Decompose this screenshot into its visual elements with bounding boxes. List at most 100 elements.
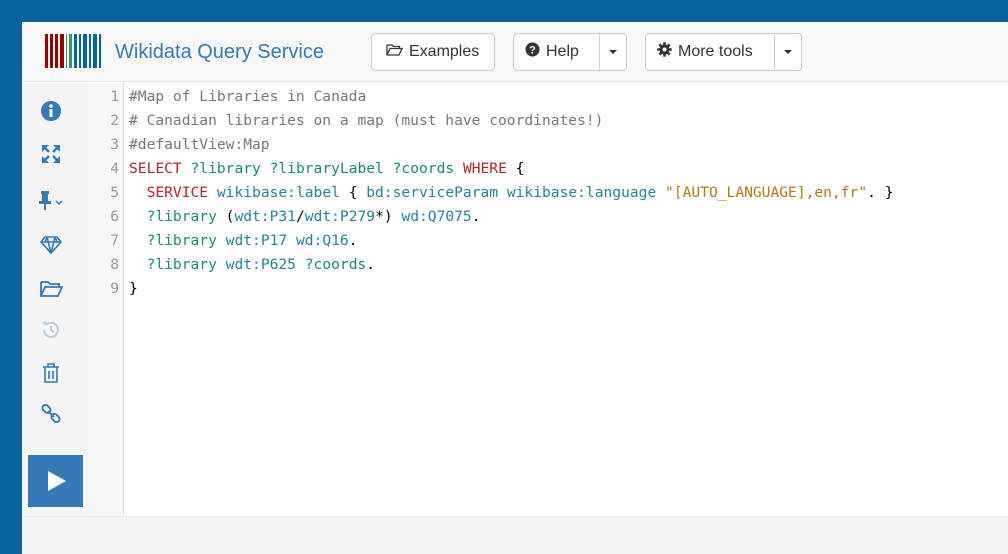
line-number: 3 [110, 136, 119, 153]
code-token: #Map of Libraries in Canada [129, 88, 367, 105]
code-token: ?libraryLabel [269, 160, 384, 177]
line-number: 8 [110, 256, 119, 273]
line-number: 7 [110, 232, 119, 249]
pin-icon[interactable] [34, 187, 68, 213]
caret-down-icon [609, 50, 618, 54]
trash-icon[interactable] [38, 360, 64, 386]
folder-open-icon[interactable] [38, 276, 64, 302]
help-button[interactable]: ? Help [514, 34, 599, 70]
code-token: ?library [146, 256, 217, 273]
help-dropdown-toggle[interactable] [599, 34, 626, 70]
code-token: ?library [190, 160, 261, 177]
query-editor[interactable]: #Map of Libraries in Canada # Canadian li… [129, 83, 1008, 516]
link-icon[interactable] [38, 401, 64, 427]
code-token: # Canadian libraries on a map (must have… [129, 112, 604, 129]
code-token: "[AUTO_LANGUAGE],en,fr" [665, 184, 868, 201]
history-icon[interactable] [38, 317, 64, 343]
code-line: SELECT ?library ?libraryLabel ?coords WH… [129, 157, 524, 181]
line-number: 2 [110, 112, 119, 129]
code-line: ?library wdt:P625 ?coords. [129, 253, 376, 277]
more-tools-button-group: More tools [645, 33, 802, 71]
code-token: wd:Q16 [295, 232, 349, 249]
more-tools-button[interactable]: More tools [646, 34, 774, 70]
code-token: / [295, 208, 305, 225]
run-query-button[interactable] [28, 455, 83, 507]
line-number: 6 [110, 208, 119, 225]
examples-button[interactable]: Examples [371, 33, 495, 71]
editor-sidebar [22, 83, 89, 516]
code-line: #Map of Libraries in Canada [129, 85, 366, 109]
query-service-window: Wikidata Query Service Examples ? Help M… [22, 22, 1008, 554]
examples-label: Examples [409, 43, 480, 60]
info-icon[interactable] [38, 98, 64, 124]
navbar: Wikidata Query Service Examples ? Help M… [22, 22, 1008, 82]
wikidata-logo[interactable] [45, 34, 102, 68]
code-token: wdt:P279 [304, 208, 376, 225]
code-line: SERVICE wikibase:label { bd:serviceParam… [129, 181, 894, 205]
code-token: wdt:P31 [234, 208, 296, 225]
fullscreen-icon[interactable] [38, 141, 64, 167]
code-line: ?library (wdt:P31/wdt:P279*) wd:Q7075. [129, 205, 481, 229]
code-token: ?library [146, 208, 217, 225]
code-token: ?coords [304, 256, 367, 273]
code-token: wdt:P625 [225, 256, 296, 273]
code-token: } [129, 280, 138, 297]
play-icon [47, 471, 66, 491]
code-line: # Canadian libraries on a map (must have… [129, 109, 603, 133]
code-token: ?library [146, 232, 217, 249]
code-token: wikibase:language [506, 184, 657, 201]
code-token: SELECT [129, 160, 182, 177]
code-token: . } [867, 184, 894, 201]
results-area [22, 516, 1008, 554]
code-token: . [348, 232, 358, 249]
code-token: ( [216, 208, 235, 225]
code-line: } [129, 277, 138, 301]
gear-icon [657, 42, 672, 62]
code-token: wd:Q7075 [401, 208, 472, 225]
code-token: SERVICE [146, 184, 209, 201]
line-number: 9 [110, 280, 119, 297]
line-number-gutter: 1 2 3 4 5 6 7 8 9 [89, 83, 124, 516]
app-title-link[interactable]: Wikidata Query Service [115, 41, 324, 64]
code-token: wikibase:label [216, 184, 340, 201]
line-number: 1 [110, 88, 119, 105]
folder-open-icon [386, 43, 404, 62]
code-line: #defaultView:Map [129, 133, 270, 157]
code-line: ?library wdt:P17 wd:Q16. [129, 229, 358, 253]
code-token: ?coords [392, 160, 455, 177]
code-token: . [366, 256, 376, 273]
line-number: 4 [110, 160, 119, 177]
code-token: { [339, 184, 367, 201]
code-token: bd:serviceParam [366, 184, 499, 201]
more-tools-label: More tools [678, 43, 753, 60]
question-circle-icon: ? [525, 42, 540, 62]
help-label: Help [546, 43, 579, 60]
more-tools-dropdown-toggle[interactable] [774, 34, 801, 70]
code-token: wdt:P17 [225, 232, 288, 249]
code-token: #defaultView:Map [129, 136, 270, 153]
help-button-group: ? Help [513, 33, 627, 71]
svg-text:?: ? [529, 45, 536, 57]
caret-down-icon [784, 50, 793, 54]
gem-icon[interactable] [38, 232, 64, 258]
code-token: *) [375, 208, 402, 225]
code-token: { [506, 160, 525, 177]
code-token: . [471, 208, 481, 225]
code-token: WHERE [462, 160, 507, 177]
line-number: 5 [110, 184, 119, 201]
